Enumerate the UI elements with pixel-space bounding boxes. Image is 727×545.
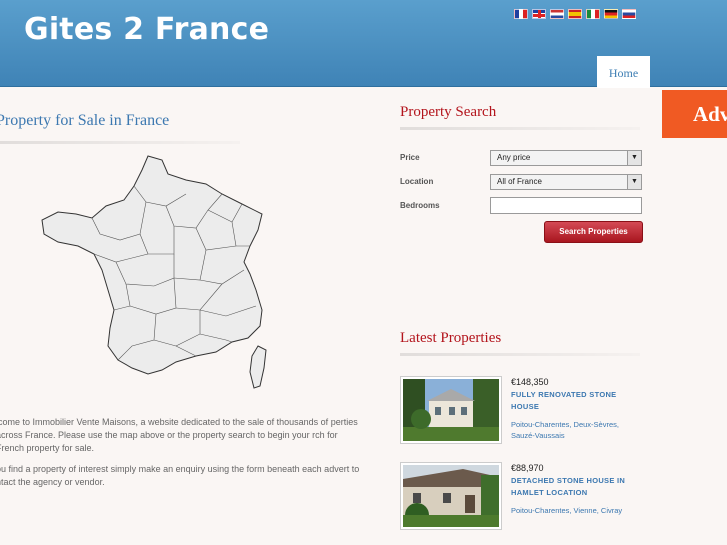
flag-french-icon[interactable] — [514, 9, 528, 19]
bedrooms-input[interactable] — [490, 197, 642, 214]
search-title-divider — [400, 127, 640, 130]
nav-home-tab[interactable]: Home — [597, 56, 650, 88]
property-photo[interactable] — [400, 376, 502, 444]
chevron-down-icon: ▼ — [627, 175, 641, 189]
latest-title-divider — [400, 353, 640, 356]
property-title-link[interactable]: FULLY RENOVATED STONE HOUSE — [511, 389, 631, 413]
price-select-value: Any price — [497, 153, 531, 162]
site-title[interactable]: Gites 2 France — [24, 12, 269, 47]
advert-banner[interactable]: Adv — [662, 90, 727, 138]
page-title: Property for Sale in France — [0, 112, 170, 129]
search-properties-button[interactable]: Search Properties — [544, 221, 643, 243]
flag-german-icon[interactable] — [604, 9, 618, 19]
property-search-title: Property Search — [400, 104, 497, 120]
property-price: €88,970 — [511, 463, 544, 473]
flag-russian-icon[interactable] — [622, 9, 636, 19]
flag-dutch-icon[interactable] — [550, 9, 564, 19]
intro-text: lcome to Immobilier Vente Maisons, a web… — [0, 416, 366, 497]
title-divider — [0, 141, 240, 144]
location-label: Location — [400, 177, 434, 186]
price-select[interactable]: Any price ▼ — [490, 150, 642, 166]
flag-spanish-icon[interactable] — [568, 9, 582, 19]
chevron-down-icon: ▼ — [627, 151, 641, 165]
corsica-region — [249, 345, 267, 389]
flag-italian-icon[interactable] — [586, 9, 600, 19]
france-region-map[interactable] — [36, 150, 272, 398]
site-header: Gites 2 France Home — [0, 0, 727, 88]
property-photo[interactable] — [400, 462, 502, 530]
price-label: Price — [400, 153, 420, 162]
property-title-link[interactable]: DETACHED STONE HOUSE IN HAMLET LOCATION — [511, 475, 631, 499]
location-select-value: All of France — [497, 177, 542, 186]
location-select[interactable]: All of France ▼ — [490, 174, 642, 190]
latest-properties-title: Latest Properties — [400, 330, 502, 346]
language-flags — [514, 9, 636, 19]
intro-paragraph-2: ou find a property of interest simply ma… — [0, 464, 360, 487]
bedrooms-label: Bedrooms — [400, 201, 440, 210]
intro-paragraph-1: lcome to Immobilier Vente Maisons, a web… — [0, 417, 358, 453]
property-location-link[interactable]: Poitou-Charentes, Vienne, Civray — [511, 505, 633, 516]
flag-english-icon[interactable] — [532, 9, 546, 19]
property-price: €148,350 — [511, 377, 549, 387]
property-location-link[interactable]: Poitou-Charentes, Deux-Sèvres, Sauzé-Vau… — [511, 419, 633, 441]
